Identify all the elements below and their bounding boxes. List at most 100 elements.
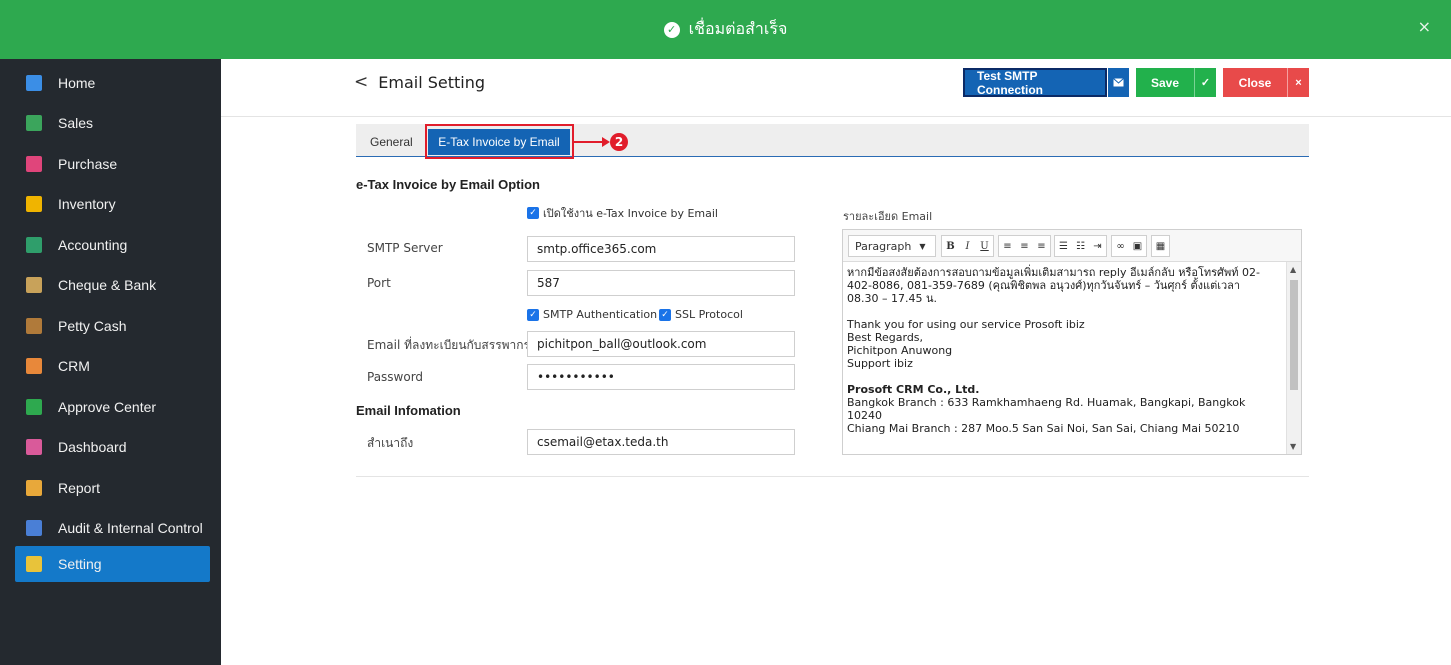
sidebar: Home Sales Purchase Inventory Accounting Cheq… <box>0 59 221 665</box>
sidebar-item-crm[interactable]: CRM <box>15 348 210 384</box>
scroll-thumb[interactable] <box>1290 280 1298 390</box>
sidebar-item-label: Approve Center <box>58 399 157 415</box>
sidebar-item-label: Dashboard <box>58 439 127 455</box>
close-label: Close <box>1223 68 1287 97</box>
sidebar-item-inventory[interactable]: Inventory <box>15 186 210 222</box>
smtp-auth-checkbox[interactable]: ✓ SMTP Authentication <box>527 308 657 321</box>
scroll-down-icon[interactable]: ▼ <box>1290 442 1296 451</box>
underline-icon[interactable]: U <box>976 236 993 256</box>
sales-icon <box>26 115 42 131</box>
tab-general[interactable]: General <box>370 129 413 155</box>
align-group: ≡ ≡ ≡ <box>998 235 1051 257</box>
editor-line: หากมีข้อสงสัยต้องการสอบถามข้อมูลเพิ่มเติ… <box>847 266 1260 279</box>
section-title-option: e-Tax Invoice by Email Option <box>356 177 540 192</box>
success-banner: ✓ เชื่อมต่อสำเร็จ × <box>0 0 1451 59</box>
cc-input[interactable] <box>527 429 795 455</box>
format-value: Paragraph <box>855 239 912 253</box>
sidebar-item-approve-center[interactable]: Approve Center <box>15 389 210 425</box>
editor-branch-line: Chiang Mai Branch : 287 Moo.5 San Sai No… <box>847 422 1240 435</box>
sidebar-item-label: Accounting <box>58 237 128 253</box>
align-center-icon[interactable]: ≡ <box>1016 236 1033 256</box>
sidebar-item-label: Inventory <box>58 196 116 212</box>
smtp-server-label: SMTP Server <box>367 241 443 255</box>
table-icon[interactable]: ▦ <box>1152 236 1169 256</box>
port-input[interactable] <box>527 270 795 296</box>
ssl-label: SSL Protocol <box>675 308 743 321</box>
bullet-list-icon[interactable]: ☰ <box>1055 236 1072 256</box>
save-button[interactable]: Save ✓ <box>1136 68 1216 97</box>
editor-scrollbar[interactable]: ▲ ▼ <box>1286 262 1301 454</box>
sidebar-item-sales[interactable]: Sales <box>15 105 210 141</box>
editor-line <box>847 370 1281 383</box>
email-input[interactable] <box>527 331 795 357</box>
scroll-up-icon[interactable]: ▲ <box>1290 265 1296 274</box>
email-detail-label: รายละเอียด Email <box>843 210 933 223</box>
editor-company: Prosoft CRM Co., Ltd. <box>847 383 980 396</box>
indent-icon[interactable]: ⇥ <box>1089 236 1106 256</box>
editor-line: Best Regards, <box>847 331 924 344</box>
editor-line: 402-8086, 081-359-7689 (คุณพิชิตพล อนุวง… <box>847 279 1241 292</box>
sidebar-item-accounting[interactable]: Accounting <box>15 227 210 263</box>
audit-icon <box>26 520 42 536</box>
enable-etax-label: เปิดใช้งาน e-Tax Invoice by Email <box>543 207 718 220</box>
banner-text: เชื่อมต่อสำเร็จ <box>688 19 788 38</box>
envelope-icon <box>1107 68 1129 97</box>
pie-chart-icon <box>26 439 42 455</box>
sidebar-item-label: Report <box>58 480 101 496</box>
editor-content[interactable]: หากมีข้อสงสัยต้องการสอบถามข้อมูลเพิ่มเติ… <box>843 262 1285 454</box>
cc-label: สำเนาถึง <box>367 436 414 450</box>
sidebar-item-petty-cash[interactable]: Petty Cash <box>15 308 210 344</box>
align-left-icon[interactable]: ≡ <box>999 236 1016 256</box>
editor-line: Thank you for using our service Prosoft … <box>847 318 1085 331</box>
password-input[interactable] <box>527 364 795 390</box>
editor-branch-line: Bangkok Branch : 633 Ramkhamhaeng Rd. Hu… <box>847 396 1246 422</box>
page-title-text: Email Setting <box>378 72 486 92</box>
bank-icon <box>26 277 42 293</box>
list-group: ☰ ☷ ⇥ <box>1054 235 1107 257</box>
editor-line: Support ibiz <box>847 357 913 370</box>
sidebar-item-label: CRM <box>58 358 90 374</box>
annotation-arrow-head <box>602 137 610 147</box>
test-smtp-button[interactable]: Test SMTP Connection <box>963 68 1130 97</box>
smtp-auth-label: SMTP Authentication <box>543 308 658 321</box>
numbered-list-icon[interactable]: ☷ <box>1072 236 1089 256</box>
crm-icon <box>26 358 42 374</box>
link-icon[interactable]: ∞ <box>1112 236 1129 256</box>
back-icon[interactable]: < <box>354 72 368 92</box>
report-icon <box>26 480 42 496</box>
approve-icon <box>26 399 42 415</box>
port-label: Port <box>367 276 391 290</box>
banner-close-icon[interactable]: × <box>1418 17 1431 36</box>
sidebar-item-purchase[interactable]: Purchase <box>15 146 210 182</box>
save-label: Save <box>1136 68 1194 97</box>
image-icon[interactable]: ▣ <box>1129 236 1146 256</box>
sidebar-item-home[interactable]: Home <box>15 65 210 101</box>
italic-icon[interactable]: I <box>959 236 976 256</box>
home-icon <box>26 75 42 91</box>
bold-icon[interactable]: B <box>942 236 959 256</box>
insert-group: ∞ ▣ <box>1111 235 1147 257</box>
smtp-server-input[interactable] <box>527 236 795 262</box>
caret-down-icon: ▼ <box>919 241 926 251</box>
sidebar-item-cheque-bank[interactable]: Cheque & Bank <box>15 267 210 303</box>
enable-etax-checkbox[interactable]: ✓ เปิดใช้งาน e-Tax Invoice by Email <box>527 204 718 222</box>
close-icon: × <box>1287 68 1309 97</box>
format-select[interactable]: Paragraph ▼ <box>848 235 936 257</box>
tools-icon <box>26 556 42 572</box>
editor-line <box>847 305 1281 318</box>
align-right-icon[interactable]: ≡ <box>1033 236 1050 256</box>
section-title-info: Email Infomation <box>356 403 461 418</box>
close-button[interactable]: Close × <box>1223 68 1309 97</box>
checkbox-checked-icon: ✓ <box>527 207 539 219</box>
ssl-checkbox[interactable]: ✓ SSL Protocol <box>659 308 743 321</box>
sidebar-item-dashboard[interactable]: Dashboard <box>15 429 210 465</box>
tab-highlight-box <box>425 124 574 159</box>
sidebar-item-report[interactable]: Report <box>15 470 210 506</box>
sidebar-item-setting[interactable]: Setting <box>15 546 210 582</box>
sidebar-item-audit-internal-control[interactable]: Audit & Internal Control <box>15 510 210 546</box>
check-circle-icon: ✓ <box>663 21 680 38</box>
cart-icon <box>26 156 42 172</box>
editor-toolbar: Paragraph ▼ B I U ≡ ≡ ≡ ☰ ☷ ⇥ ∞ ▣ ▦ <box>843 230 1301 262</box>
test-smtp-label: Test SMTP Connection <box>963 68 1107 97</box>
checkbox-checked-icon: ✓ <box>659 308 671 321</box>
